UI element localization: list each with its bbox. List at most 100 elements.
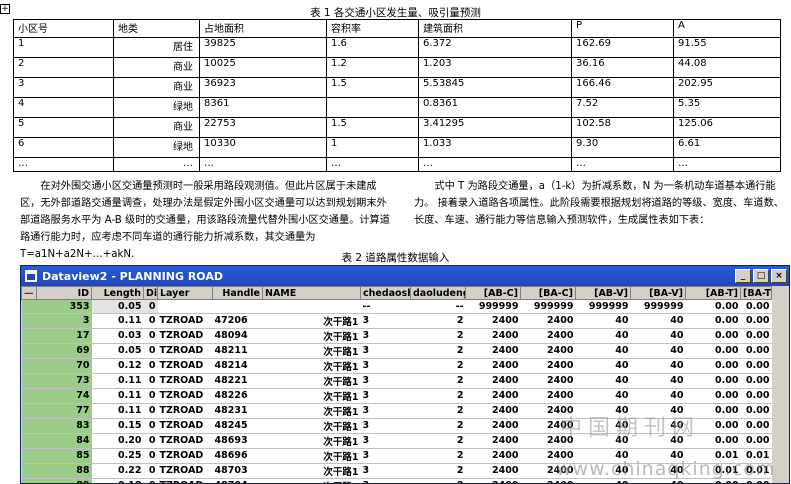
column-header-ba-t[interactable]: [BA-T] [740,286,772,300]
table-cell[interactable]: 0 [143,343,158,359]
table-cell[interactable]: 次干路1 [262,478,361,483]
table-cell[interactable]: 3 [360,403,411,419]
row-selector[interactable] [21,388,37,404]
table-cell[interactable]: 0 [143,448,158,464]
table-cell[interactable]: 0.00 [740,373,772,389]
table-row[interactable]: 70 0.12 0 TZROAD 48214 次干路1 3 2 2400 2400 40 40 0.00… [21,358,772,374]
column-header-handle[interactable]: Handle [212,286,263,300]
table-cell[interactable]: 0.00 [685,313,741,329]
table-cell[interactable]: 2400 [520,313,576,329]
table-cell[interactable]: 89 [36,478,92,483]
table-cell[interactable]: TZROAD [157,328,213,344]
table-cell[interactable]: 48696 [212,448,263,464]
table-cell[interactable]: 40 [575,328,631,344]
table-cell[interactable]: 2 [410,403,466,419]
table-cell[interactable]: 3 [360,433,411,449]
table-cell[interactable]: 0.00 [740,433,772,449]
table-cell[interactable]: 40 [630,358,686,374]
table-cell[interactable]: 2 [410,388,466,404]
table-cell[interactable] [212,299,263,314]
table-cell[interactable]: 2 [410,328,466,344]
table-cell[interactable]: 3 [360,418,411,434]
table-cell[interactable]: 3 [360,373,411,389]
table-cell[interactable]: 次干路1 [262,433,361,449]
table-cell[interactable]: 2 [410,448,466,464]
table-cell[interactable]: 0.12 [91,358,144,374]
table-cell[interactable]: 2400 [465,448,521,464]
table-cell[interactable]: 48231 [212,403,263,419]
table-cell[interactable]: 48214 [212,358,263,374]
table-cell[interactable]: 2400 [465,358,521,374]
row-selector[interactable] [21,463,37,479]
table-cell[interactable]: 次干路1 [262,448,361,464]
table-cell[interactable]: 999999 [465,299,521,314]
table-cell[interactable]: 3 [36,313,92,329]
table-cell[interactable]: 0.05 [91,343,144,359]
table-cell[interactable]: TZROAD [157,358,213,374]
table-cell[interactable]: 77 [36,403,92,419]
table-row[interactable]: 74 0.11 0 TZROAD 48226 次干路1 3 2 2400 2400 40 40 0.00… [21,388,772,404]
table-cell[interactable]: 0.00 [685,358,741,374]
table-row[interactable]: 73 0.11 0 TZROAD 48221 次干路1 3 2 2400 2400 40 40 0.00… [21,373,772,389]
table-cell[interactable]: 40 [630,328,686,344]
table-cell[interactable]: 47206 [212,313,263,329]
table-cell[interactable]: 0.11 [91,388,144,404]
table-cell[interactable]: 次干路1 [262,328,361,344]
table-cell[interactable]: 48693 [212,433,263,449]
table-cell[interactable]: 2400 [465,478,521,483]
table-cell[interactable]: TZROAD [157,403,213,419]
row-selector[interactable] [21,299,37,314]
table-cell[interactable]: 48221 [212,373,263,389]
table-cell[interactable]: 0.00 [740,403,772,419]
column-header-daoludengji[interactable]: daoludengji [410,286,466,300]
table-cell[interactable]: 0.05 [91,299,144,314]
row-selector[interactable] [21,433,37,449]
row-selector-header[interactable]: — [21,286,37,300]
table-cell[interactable]: 2 [410,433,466,449]
table-cell[interactable]: 40 [575,358,631,374]
table-cell[interactable] [157,299,213,314]
table-cell[interactable]: 0.00 [740,313,772,329]
table-cell[interactable]: 3 [360,313,411,329]
table-cell[interactable]: 0.03 [91,328,144,344]
column-header-ab-v[interactable]: [AB-V] [575,286,631,300]
table-cell[interactable]: 2 [410,418,466,434]
table-cell[interactable]: 40 [630,388,686,404]
table-cell[interactable]: 0 [143,403,158,419]
table-cell[interactable]: 3 [360,328,411,344]
table-cell[interactable]: 2 [410,313,466,329]
table-cell[interactable]: 0.00 [685,373,741,389]
table-cell[interactable]: 83 [36,418,92,434]
table-cell[interactable]: 次干路1 [262,358,361,374]
table-cell[interactable]: 次干路1 [262,463,361,479]
table-cell[interactable]: 0.15 [91,418,144,434]
table-cell[interactable]: 40 [630,343,686,359]
table-cell[interactable]: TZROAD [157,388,213,404]
table-cell[interactable]: 0.18 [91,478,144,483]
table-cell[interactable]: -- [410,299,466,314]
table-cell[interactable]: 0.00 [685,388,741,404]
table-cell[interactable]: 2400 [465,313,521,329]
table-cell[interactable]: 3 [360,448,411,464]
table-cell[interactable]: 0 [143,373,158,389]
table-cell[interactable]: 40 [630,373,686,389]
table-cell[interactable]: 2400 [465,343,521,359]
row-selector[interactable] [21,478,37,483]
table-cell[interactable]: 40 [575,313,631,329]
table-cell[interactable]: 3 [360,388,411,404]
table-cell[interactable]: 0.00 [740,299,772,314]
table-cell[interactable]: 2 [410,358,466,374]
table-cell[interactable]: 次干路1 [262,373,361,389]
minimize-icon[interactable]: _ [735,269,751,283]
column-header-length[interactable]: Length [91,286,144,300]
table-cell[interactable]: 40 [575,388,631,404]
table-cell[interactable]: 2400 [465,373,521,389]
row-selector[interactable] [21,373,37,389]
table-cell[interactable]: 40 [575,373,631,389]
table-cell[interactable]: 2400 [465,463,521,479]
maximize-icon[interactable]: □ [753,269,769,283]
table-cell[interactable]: 84 [36,433,92,449]
table-cell[interactable]: 2 [410,373,466,389]
row-selector[interactable] [21,343,37,359]
table-cell[interactable]: 48226 [212,388,263,404]
